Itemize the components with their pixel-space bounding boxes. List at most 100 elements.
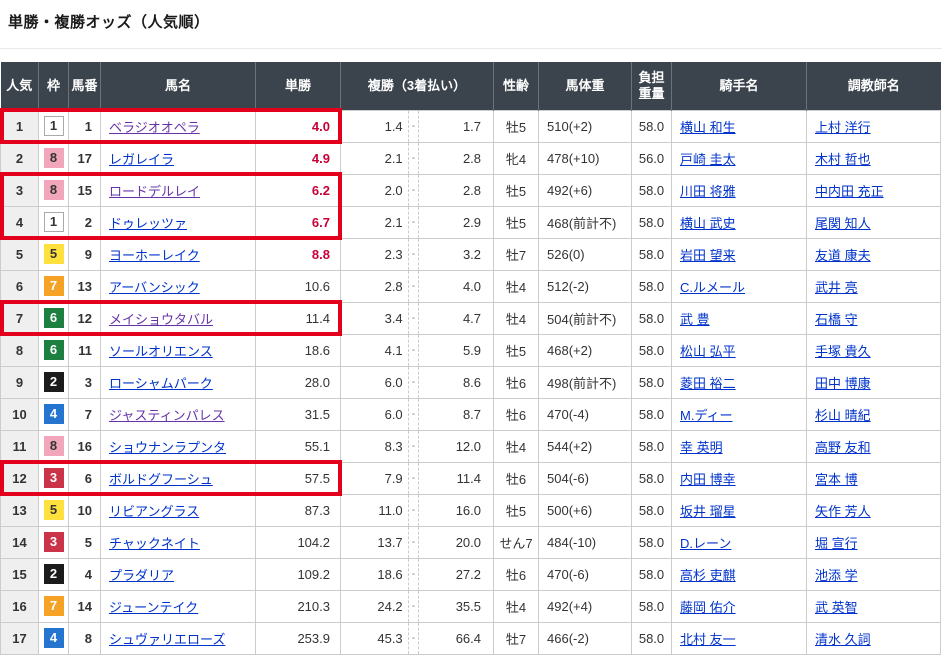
place-odds-separator: -	[408, 463, 420, 494]
trainer-link[interactable]: 池添 学	[815, 568, 858, 583]
place-odds-range: 1.4-1.7	[341, 111, 493, 142]
win-odds: 11.4	[256, 302, 341, 334]
trainer-link[interactable]: 木村 哲也	[815, 152, 871, 167]
jockey-link[interactable]: 戸崎 圭太	[680, 152, 736, 167]
sex-age: 牡7	[494, 238, 539, 270]
horse-name-link[interactable]: ジャスティンパレス	[109, 408, 225, 423]
jockey-cell: 武 豊	[672, 302, 807, 334]
rank-cell: 16	[1, 590, 39, 622]
horse-name-link[interactable]: プラダリア	[109, 568, 174, 583]
col-header-horse: 馬名	[101, 62, 256, 110]
trainer-link[interactable]: 田中 博康	[815, 376, 871, 391]
table-row: 559ヨーホーレイク8.82.3-3.2牡7526(0)58.0岩田 望来友道 …	[1, 238, 941, 270]
place-odds-low: 2.3	[341, 247, 408, 262]
trainer-link[interactable]: 高野 友和	[815, 440, 871, 455]
jockey-link[interactable]: 内田 博幸	[680, 472, 736, 487]
jockey-link[interactable]: 藤岡 佑介	[680, 600, 736, 615]
jockey-link[interactable]: 松山 弘平	[680, 344, 736, 359]
trainer-link[interactable]: 宮本 博	[815, 472, 858, 487]
horse-name-link[interactable]: ヨーホーレイク	[109, 248, 200, 263]
jockey-link[interactable]: 坂井 瑠星	[680, 504, 736, 519]
place-odds-cell: 2.1-2.9	[341, 206, 494, 238]
trainer-cell: 宮本 博	[807, 462, 941, 494]
place-odds-range: 4.1-5.9	[341, 335, 493, 366]
win-odds: 6.2	[256, 174, 341, 206]
frame-badge: 3	[44, 468, 64, 488]
trainer-link[interactable]: 武 英智	[815, 600, 858, 615]
trainer-link[interactable]: 清水 久詞	[815, 632, 871, 647]
jockey-cell: 戸崎 圭太	[672, 142, 807, 174]
horse-number: 17	[69, 142, 101, 174]
jockey-link[interactable]: M.ディー	[680, 408, 733, 423]
horse-name-link[interactable]: シュヴァリエローズ	[109, 632, 225, 647]
trainer-link[interactable]: 堀 宣行	[815, 536, 858, 551]
horse-name-link[interactable]: ショウナンラプンタ	[109, 440, 226, 455]
frame-badge: 3	[44, 532, 64, 552]
frame-cell: 2	[39, 558, 69, 590]
place-odds-high: 11.4	[419, 471, 493, 486]
place-odds-low: 4.1	[341, 343, 408, 358]
win-odds: 8.8	[256, 238, 341, 270]
horse-name-link[interactable]: ソールオリエンス	[109, 344, 213, 359]
horse-name-link[interactable]: ボルドグフーシュ	[109, 472, 213, 487]
trainer-link[interactable]: 尾関 知人	[815, 216, 871, 231]
place-odds-cell: 6.0-8.7	[341, 398, 494, 430]
win-odds: 28.0	[256, 366, 341, 398]
jockey-link[interactable]: 岩田 望来	[680, 248, 736, 263]
jockey-link[interactable]: C.ルメール	[680, 280, 745, 295]
horse-name-link[interactable]: ジューンテイク	[109, 600, 198, 615]
jockey-link[interactable]: 武 豊	[680, 312, 710, 327]
trainer-cell: 石橋 守	[807, 302, 941, 334]
trainer-link[interactable]: 武井 亮	[815, 280, 858, 295]
horse-name-link[interactable]: ローシャムパーク	[109, 376, 213, 391]
jockey-link[interactable]: 高杉 吏麒	[680, 568, 736, 583]
horse-name-link[interactable]: ドゥレッツァ	[109, 216, 187, 231]
horse-name-link[interactable]: ロードデルレイ	[109, 184, 200, 199]
place-odds-high: 12.0	[419, 439, 493, 454]
jockey-link[interactable]: 横山 武史	[680, 216, 736, 231]
sex-age: 牡4	[494, 270, 539, 302]
sex-age: 牡5	[494, 174, 539, 206]
horse-weight: 468(+2)	[539, 334, 632, 366]
jockey-link[interactable]: D.レーン	[680, 536, 731, 551]
frame-cell: 8	[39, 430, 69, 462]
col-header-number: 馬番	[69, 62, 101, 110]
jockey-link[interactable]: 横山 和生	[680, 120, 736, 135]
frame-badge: 5	[44, 244, 64, 264]
horse-name-link[interactable]: チャックネイト	[109, 536, 200, 551]
trainer-link[interactable]: 中内田 充正	[815, 184, 884, 199]
place-odds-range: 45.3-66.4	[341, 623, 493, 654]
trainer-link[interactable]: 矢作 芳人	[815, 504, 871, 519]
win-odds: 109.2	[256, 558, 341, 590]
horse-name-cell: ドゥレッツァ	[101, 206, 256, 238]
frame-cell: 4	[39, 398, 69, 430]
horse-name-cell: ローシャムパーク	[101, 366, 256, 398]
table-row: 412ドゥレッツァ6.72.1-2.9牡5468(前計不)58.0横山 武史尾関…	[1, 206, 941, 238]
frame-badge: 8	[44, 148, 64, 168]
horse-number: 15	[69, 174, 101, 206]
table-row: 13510リビアングラス87.311.0-16.0牡5500(+6)58.0坂井…	[1, 494, 941, 526]
frame-cell: 3	[39, 462, 69, 494]
horse-name-link[interactable]: ベラジオオペラ	[109, 120, 200, 135]
jockey-link[interactable]: 川田 将雅	[680, 184, 736, 199]
trainer-link[interactable]: 上村 洋行	[815, 120, 871, 135]
jockey-cell: 北村 友一	[672, 622, 807, 654]
trainer-link[interactable]: 石橋 守	[815, 312, 858, 327]
horse-weight: 466(-2)	[539, 622, 632, 654]
horse-name-link[interactable]: メイショウタバル	[109, 312, 213, 327]
horse-name-link[interactable]: レガレイラ	[109, 152, 174, 167]
jockey-link[interactable]: 幸 英明	[680, 440, 723, 455]
trainer-link[interactable]: 友道 康夫	[815, 248, 871, 263]
sex-age: 牡6	[494, 558, 539, 590]
trainer-link[interactable]: 手塚 貴久	[815, 344, 871, 359]
horse-number: 10	[69, 494, 101, 526]
horse-name-cell: ヨーホーレイク	[101, 238, 256, 270]
trainer-link[interactable]: 杉山 晴紀	[815, 408, 871, 423]
horse-name-link[interactable]: アーバンシック	[109, 280, 200, 295]
horse-name-cell: ショウナンラプンタ	[101, 430, 256, 462]
jockey-link[interactable]: 菱田 裕二	[680, 376, 736, 391]
place-odds-high: 2.9	[419, 215, 493, 230]
jockey-link[interactable]: 北村 友一	[680, 632, 736, 647]
win-odds: 87.3	[256, 494, 341, 526]
horse-name-link[interactable]: リビアングラス	[109, 504, 199, 519]
